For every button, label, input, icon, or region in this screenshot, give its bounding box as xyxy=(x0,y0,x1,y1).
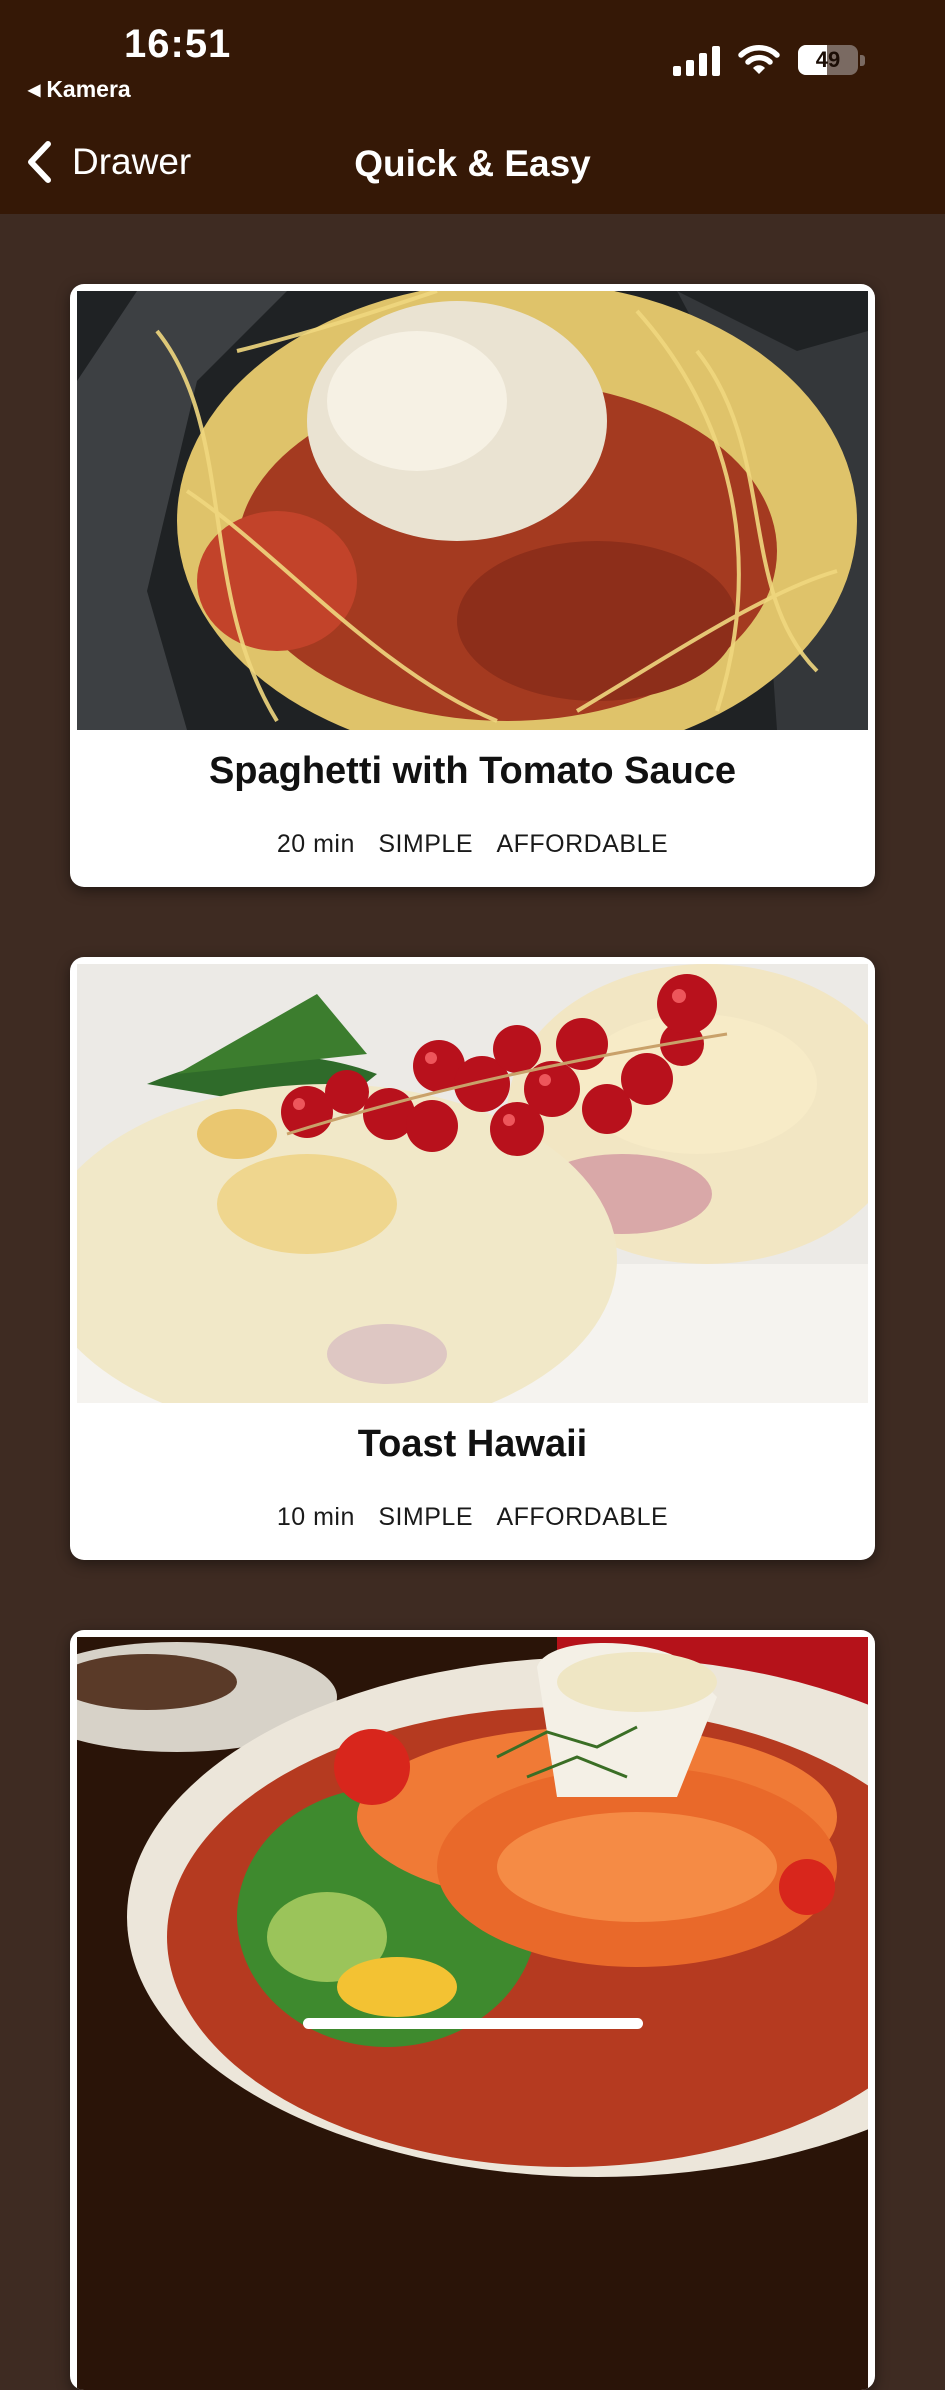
back-triangle-icon: ◀ xyxy=(28,81,41,99)
page-title: Quick & Easy xyxy=(354,143,591,184)
meal-title: Spaghetti with Tomato Sauce xyxy=(208,750,737,792)
status-indicators: 49 xyxy=(673,44,865,76)
battery-nub xyxy=(860,54,865,66)
meal-affordability: AFFORDABLE xyxy=(496,1503,669,1531)
meal-complexity: SIMPLE xyxy=(378,1503,474,1531)
meal-image-toast-hawaii xyxy=(77,964,868,1403)
meal-duration: 20 min xyxy=(276,830,355,858)
status-time: 16:51 xyxy=(124,22,232,66)
meal-image-salmon xyxy=(77,1637,868,2390)
meal-complexity: SIMPLE xyxy=(378,830,474,858)
battery-icon: 49 xyxy=(798,45,858,75)
meal-card-toast-hawaii[interactable]: Toast Hawaii 10 min SIMPLE AFFORDABLE xyxy=(70,957,875,1560)
app-header: 16:51 ◀ Kamera 49 Drawer Quick & Easy xyxy=(0,0,945,214)
home-indicator[interactable] xyxy=(303,2018,643,2029)
cellular-signal-icon xyxy=(673,44,720,76)
status-back-to-app[interactable]: ◀ Kamera xyxy=(28,76,131,103)
meal-duration: 10 min xyxy=(276,1503,355,1531)
wifi-icon xyxy=(738,45,780,74)
meal-meta: 10 min SIMPLE AFFORDABLE xyxy=(70,1503,875,1532)
meal-image-spaghetti xyxy=(77,291,868,730)
meal-card-spaghetti[interactable]: Spaghetti with Tomato Sauce 20 min SIMPL… xyxy=(70,284,875,887)
meal-affordability: AFFORDABLE xyxy=(496,830,669,858)
meal-title: Toast Hawaii xyxy=(357,1423,588,1465)
battery-percent: 49 xyxy=(815,47,841,72)
meal-card-salmon[interactable] xyxy=(70,1630,875,2390)
status-back-label: Kamera xyxy=(46,76,131,102)
meal-meta: 20 min SIMPLE AFFORDABLE xyxy=(70,830,875,859)
